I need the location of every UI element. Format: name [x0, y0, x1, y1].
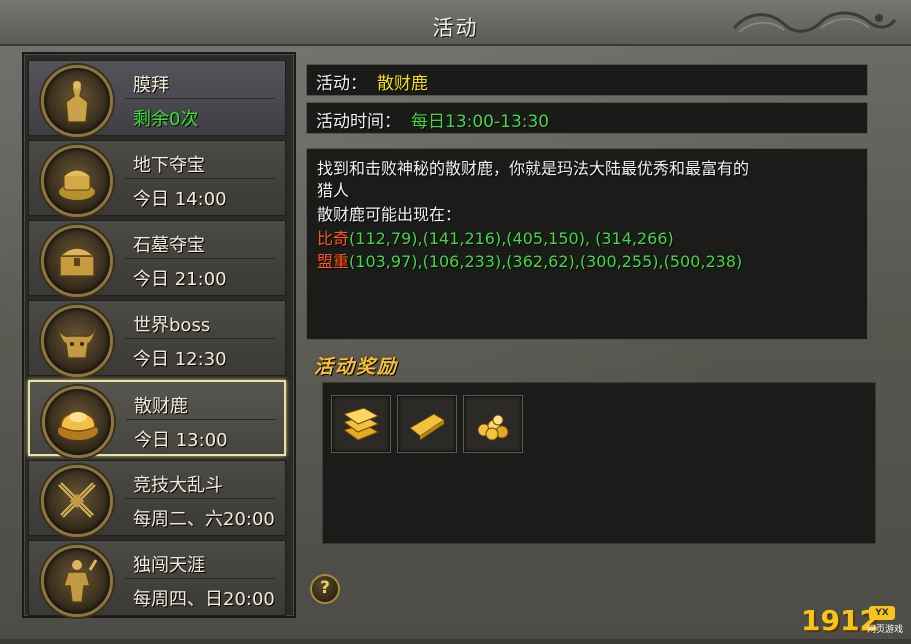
activity-name: 独闯天涯	[133, 555, 205, 576]
activity-item-solo-journey[interactable]: 独闯天涯 每周四、日20:00	[28, 540, 286, 617]
activity-label: 活动：	[316, 74, 367, 94]
activity-name-bar: 活动： 散财鹿	[306, 64, 868, 96]
activity-item-underground-treasure[interactable]: 地下夺宝 今日 14:00	[28, 140, 286, 217]
description-text: 找到和击败神秘的散财鹿，你就是玛法大陆最优秀和最富有的	[317, 159, 750, 178]
activity-name: 地下夺宝	[133, 155, 205, 176]
location-line: 盟重(103,97),(106,233),(362,62),(300,255),…	[317, 248, 742, 272]
time-label: 活动时间：	[316, 112, 401, 132]
treasure-chest-icon	[41, 225, 113, 297]
activity-name: 膜拜	[133, 75, 169, 96]
logo-subtitle: 网页游戏	[867, 625, 904, 635]
activity-time: 今日 14:00	[133, 189, 227, 210]
description-box: 找到和击败神秘的散财鹿，你就是玛法大陆最优秀和最富有的 猎人 散财鹿可能出现在：…	[306, 148, 868, 340]
activity-item-worship[interactable]: 膜拜 剩余0次	[28, 60, 286, 137]
activity-item-arena-brawl[interactable]: 竞技大乱斗 每周二、六20:00	[28, 460, 286, 537]
gold-bars-icon	[342, 407, 380, 441]
activity-name: 世界boss	[133, 315, 211, 336]
help-button[interactable]: ?	[310, 574, 340, 604]
activity-item-stone-tomb-treasure[interactable]: 石墓夺宝 今日 21:00	[28, 220, 286, 297]
activity-list: 膜拜 剩余0次 地下夺宝 今日 14:00 石墓夺宝 今日 21:00 世界bo…	[22, 52, 296, 618]
warrior-statue-icon	[41, 545, 113, 617]
item-divider	[125, 498, 275, 499]
location-line: 比奇(112,79),(141,216),(405,150), (314,266…	[317, 225, 674, 249]
activity-time-bar: 活动时间： 每日13:00-13:30	[306, 102, 868, 134]
activity-name: 石墓夺宝	[133, 235, 205, 256]
activity-time: 每周二、六20:00	[133, 509, 275, 530]
activity-time: 今日 21:00	[133, 269, 227, 290]
gold-bar-icon	[409, 413, 445, 440]
item-divider	[125, 98, 275, 99]
item-divider	[125, 178, 275, 179]
item-divider	[126, 419, 276, 420]
activity-item-wealth-deer[interactable]: 散财鹿 今日 13:00	[28, 380, 286, 458]
gold-ingot-icon	[42, 386, 114, 458]
activity-time: 今日 12:30	[133, 349, 227, 370]
time-value: 每日13:00-13:30	[411, 112, 550, 132]
activity-time: 每周四、日20:00	[133, 589, 275, 610]
location-coords: (103,97),(106,233),(362,62),(300,255),(5…	[349, 252, 743, 271]
crossed-swords-icon	[41, 465, 113, 537]
bull-demon-icon	[41, 305, 113, 377]
activity-time: 今日 13:00	[134, 430, 228, 451]
reward-slot[interactable]	[331, 395, 391, 453]
underground-treasure-icon	[41, 145, 113, 217]
appear-label: 散财鹿可能出现在：	[317, 205, 462, 224]
reward-title: 活动奖励	[314, 356, 399, 378]
location-name: 比奇	[317, 229, 350, 248]
site-logo: 1912 YX 网页游戏	[801, 604, 904, 637]
gold-coins-icon	[477, 414, 509, 441]
activity-name: 散财鹿	[134, 396, 188, 417]
item-divider	[125, 338, 275, 339]
location-name: 盟重	[317, 252, 350, 271]
dragon-ornament-icon	[732, 11, 897, 33]
bottom-border	[0, 639, 911, 644]
activity-item-world-boss[interactable]: 世界boss 今日 12:30	[28, 300, 286, 377]
reward-slot[interactable]	[463, 395, 523, 453]
logo-badge: YX	[869, 606, 895, 620]
item-divider	[125, 258, 275, 259]
description-text: 猎人	[317, 181, 350, 200]
title-bar: 活动	[0, 0, 911, 46]
location-coords: (112,79),(141,216),(405,150), (314,266)	[349, 229, 674, 248]
activity-name-value: 散财鹿	[377, 74, 428, 94]
activity-detail: 活动： 散财鹿 活动时间： 每日13:00-13:30 找到和击败神秘的散财鹿，…	[300, 52, 880, 614]
reward-box	[322, 382, 876, 544]
activity-window: 活动 膜拜 剩余0次 地下夺宝 今日 14:00 石墓夺宝 今日 21:00 世…	[0, 0, 911, 644]
activity-remaining: 剩余0次	[133, 109, 199, 130]
worship-statue-icon	[41, 65, 113, 137]
reward-slot[interactable]	[397, 395, 457, 453]
activity-name: 竞技大乱斗	[133, 475, 223, 496]
item-divider	[125, 578, 275, 579]
